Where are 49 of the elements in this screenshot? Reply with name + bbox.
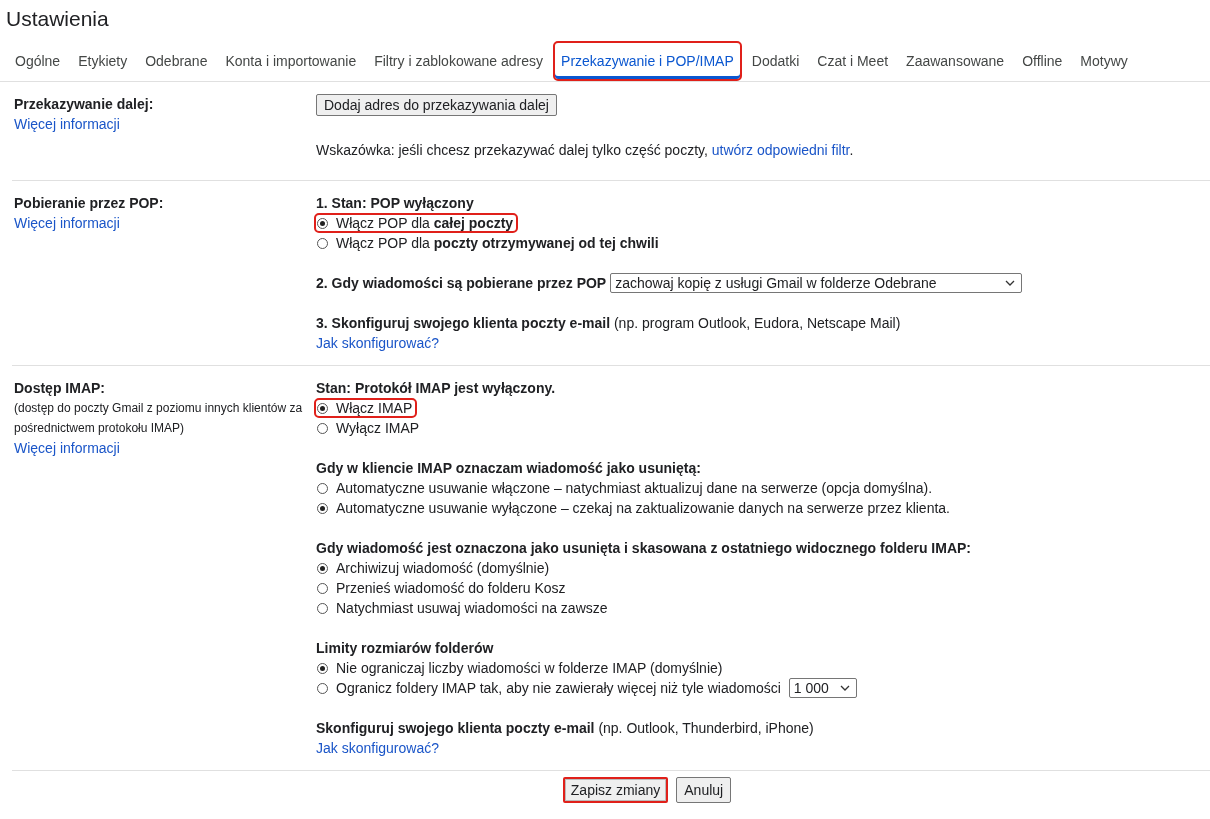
radio-option[interactable]: Ogranicz foldery IMAP tak, aby nie zawierały więcej niż tyle wiadomości [314,678,786,698]
page-title: Ustawienia [5,6,110,32]
radio-option[interactable]: Nie ograniczaj liczby wiadomości w folderze IMAP (domyślnie) [314,658,728,678]
add-forwarding-address-button[interactable]: Dodaj adres do przekazywania dalej [316,94,557,116]
group-heading: Gdy w kliencie IMAP oznaczam wiadomość jako usuniętą: [316,459,701,478]
settings-tab[interactable]: Filtry i zablokowane adresy [366,41,552,81]
radio-option[interactable]: Automatyczne usuwanie wyłączone – czekaj na zaktualizowanie danych na serwerze przez klienta. [314,498,955,518]
more-info-link[interactable]: Więcej informacji [14,213,120,233]
more-info-link[interactable]: Więcej informacji [14,114,120,134]
radio-option[interactable]: Archiwizuj wiadomość (domyślnie) [314,558,555,578]
radio-option[interactable]: Wyłącz IMAP [314,418,425,438]
radio-option[interactable]: Natychmiast usuwaj wiadomości na zawsze [314,598,613,618]
group-heading: Gdy wiadomość jest oznaczona jako usunięta i skasowana z ostatniego widocznego folderu IMAP: [316,539,971,558]
message-limit-select[interactable]: 1 000 [788,678,857,698]
action-button[interactable]: Zapisz zmiany [562,777,669,803]
section-note: (dostęp do poczty Gmail z poziomu innych klientów za pośrednictwem protokołu IMAP) [14,400,304,437]
group-heading: 1. Stan: POP wyłączony [316,194,474,213]
chevron-down-icon [839,685,850,691]
section-title: Przekazywanie dalej: [14,95,154,114]
section-title: Dostęp IMAP: [14,379,105,398]
radio-option[interactable]: Automatyczne usuwanie włączone – natychmiast aktualizuj dane na serwerze (opcja domyślna). [314,478,938,498]
settings-tab[interactable]: Przekazywanie i POP/IMAP [553,41,742,81]
setup-instruction: 3. Skonfiguruj swojego klienta poczty e-mail (np. program Outlook, Eudora, Netscape Mail) [316,314,901,333]
settings-tab[interactable]: Offline [1014,41,1071,81]
settings-tab[interactable]: Etykiety [70,41,136,81]
settings-tab[interactable]: Zaawansowane [898,41,1013,81]
settings-tab[interactable]: Ogólne [7,41,69,81]
group-heading: Limity rozmiarów folderów [316,639,494,658]
create-filter-link[interactable]: utwórz odpowiedni filtr [711,142,850,158]
chevron-down-icon [1005,280,1016,286]
how-to-configure-link[interactable]: Jak skonfigurować? [316,333,439,353]
radio-option[interactable]: Włącz POP dla całej poczty [314,213,519,233]
pop-action-select[interactable]: zachowaj kopię z usługi Gmail w folderze Odebrane [610,273,1023,293]
settings-tab[interactable]: Motywy [1072,41,1136,81]
radio-option[interactable]: Włącz IMAP [314,398,418,418]
settings-tab[interactable]: Czat i Meet [809,41,897,81]
action-button[interactable]: Anuluj [676,777,732,803]
hint-text: Wskazówka: jeśli chcesz przekazywać dalej tylko część poczty, utwórz odpowiedni filtr. [316,141,854,160]
settings-tab[interactable]: Konta i importowanie [217,41,365,81]
group-heading: Stan: Protokół IMAP jest wyłączony. [316,379,556,398]
radio-option[interactable]: Włącz POP dla poczty otrzymywanej od tej chwili [314,233,664,253]
settings-tab[interactable]: Odebrane [137,41,216,81]
select-label: 2. Gdy wiadomości są pobierane przez POP [316,274,607,293]
section-title: Pobieranie przez POP: [14,194,164,213]
settings-tab[interactable]: Dodatki [743,41,808,81]
radio-option[interactable]: Przenieś wiadomość do folderu Kosz [314,578,571,598]
setup-instruction: Skonfiguruj swojego klienta poczty e-mail (np. Outlook, Thunderbird, iPhone) [316,719,814,738]
more-info-link[interactable]: Więcej informacji [14,438,120,458]
how-to-configure-link[interactable]: Jak skonfigurować? [316,738,439,758]
